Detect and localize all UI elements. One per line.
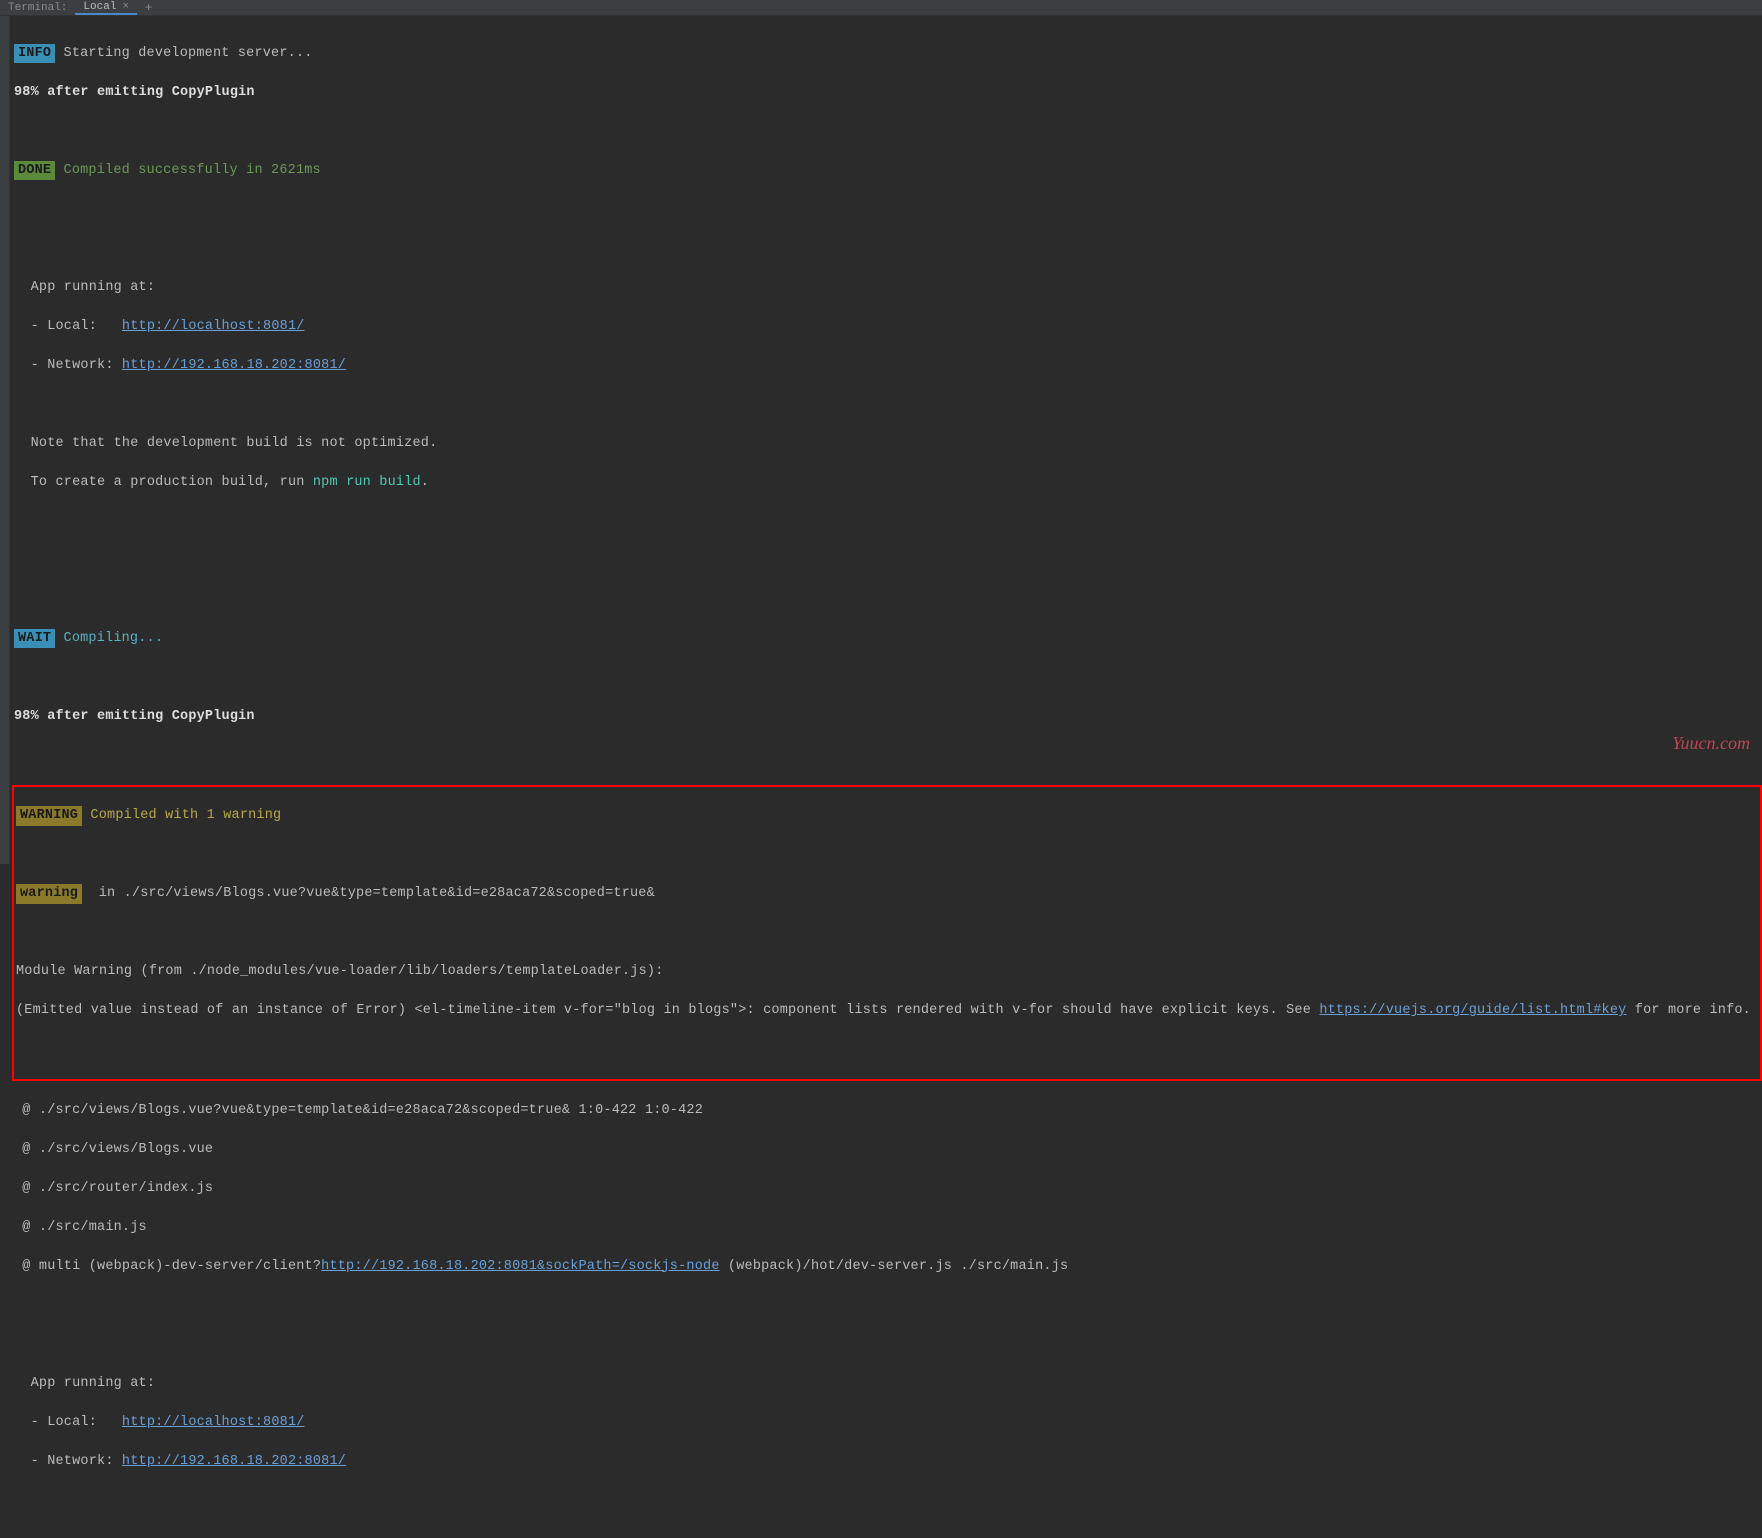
local-label-2: - Local: (14, 1415, 122, 1430)
app-running-label-2: App running at: (14, 1374, 1762, 1394)
terminal-tab-local[interactable]: Local × (75, 0, 137, 15)
terminal-tab-bar: Terminal: Local × + (0, 0, 1762, 16)
stack-trace-5a: @ multi (webpack)-dev-server/client? (14, 1259, 321, 1274)
module-warning-line-2a: (Emitted value instead of an instance of… (16, 1003, 1319, 1018)
terminal-output[interactable]: INFO Starting development server... 98% … (0, 16, 1762, 1538)
network-url-link[interactable]: http://192.168.18.202:8081/ (122, 358, 346, 373)
progress-text: 98% after emitting CopyPlugin (14, 83, 1762, 103)
watermark: Yuucn.com (1672, 733, 1750, 754)
note-line-1: Note that the development build is not o… (14, 434, 1762, 454)
module-warning-line-2b: for more info. (1626, 1003, 1751, 1018)
npm-command: npm run build (313, 475, 421, 490)
local-url-link-2[interactable]: http://localhost:8081/ (122, 1415, 305, 1430)
warning-lower-text: in ./src/views/Blogs.vue?vue&type=templa… (82, 886, 655, 901)
module-warning-line-1: Module Warning (from ./node_modules/vue-… (16, 962, 1760, 982)
network-label: - Network: (14, 358, 122, 373)
stack-trace-4: @ ./src/main.js (14, 1218, 1762, 1238)
network-url-link-2[interactable]: http://192.168.18.202:8081/ (122, 1454, 346, 1469)
warning-text: Compiled with 1 warning (82, 808, 281, 823)
note-line-2c: . (421, 475, 429, 490)
done-badge: DONE (14, 161, 55, 181)
local-label: - Local: (14, 319, 122, 334)
local-url-link[interactable]: http://localhost:8081/ (122, 319, 305, 334)
warning-badge: WARNING (16, 806, 82, 826)
terminal-label: Terminal: (0, 2, 75, 14)
app-running-label: App running at: (14, 278, 1762, 298)
left-gutter (0, 16, 10, 864)
stack-trace-5b: (webpack)/hot/dev-server.js ./src/main.j… (720, 1259, 1069, 1274)
webpack-client-link[interactable]: http://192.168.18.202:8081&sockPath=/soc… (321, 1259, 719, 1274)
stack-trace-2: @ ./src/views/Blogs.vue (14, 1140, 1762, 1160)
network-label-2: - Network: (14, 1454, 122, 1469)
stack-trace-3: @ ./src/router/index.js (14, 1179, 1762, 1199)
info-text: Starting development server... (55, 46, 312, 61)
note-line-2a: To create a production build, run (14, 475, 313, 490)
add-tab-button[interactable]: + (137, 1, 160, 15)
info-badge: INFO (14, 44, 55, 64)
warning-highlight-box: WARNING Compiled with 1 warning warning … (12, 785, 1762, 1082)
close-icon[interactable]: × (122, 1, 129, 13)
wait-badge: WAIT (14, 629, 55, 649)
stack-trace-1: @ ./src/views/Blogs.vue?vue&type=templat… (14, 1101, 1762, 1121)
tab-label: Local (83, 1, 116, 13)
wait-text: Compiling... (55, 631, 163, 646)
progress-text-2: 98% after emitting CopyPlugin (14, 707, 1762, 727)
vue-docs-link[interactable]: https://vuejs.org/guide/list.html#key (1319, 1003, 1626, 1018)
done-text: Compiled successfully in 2621ms (55, 163, 321, 178)
warning-lower-badge: warning (16, 884, 82, 904)
